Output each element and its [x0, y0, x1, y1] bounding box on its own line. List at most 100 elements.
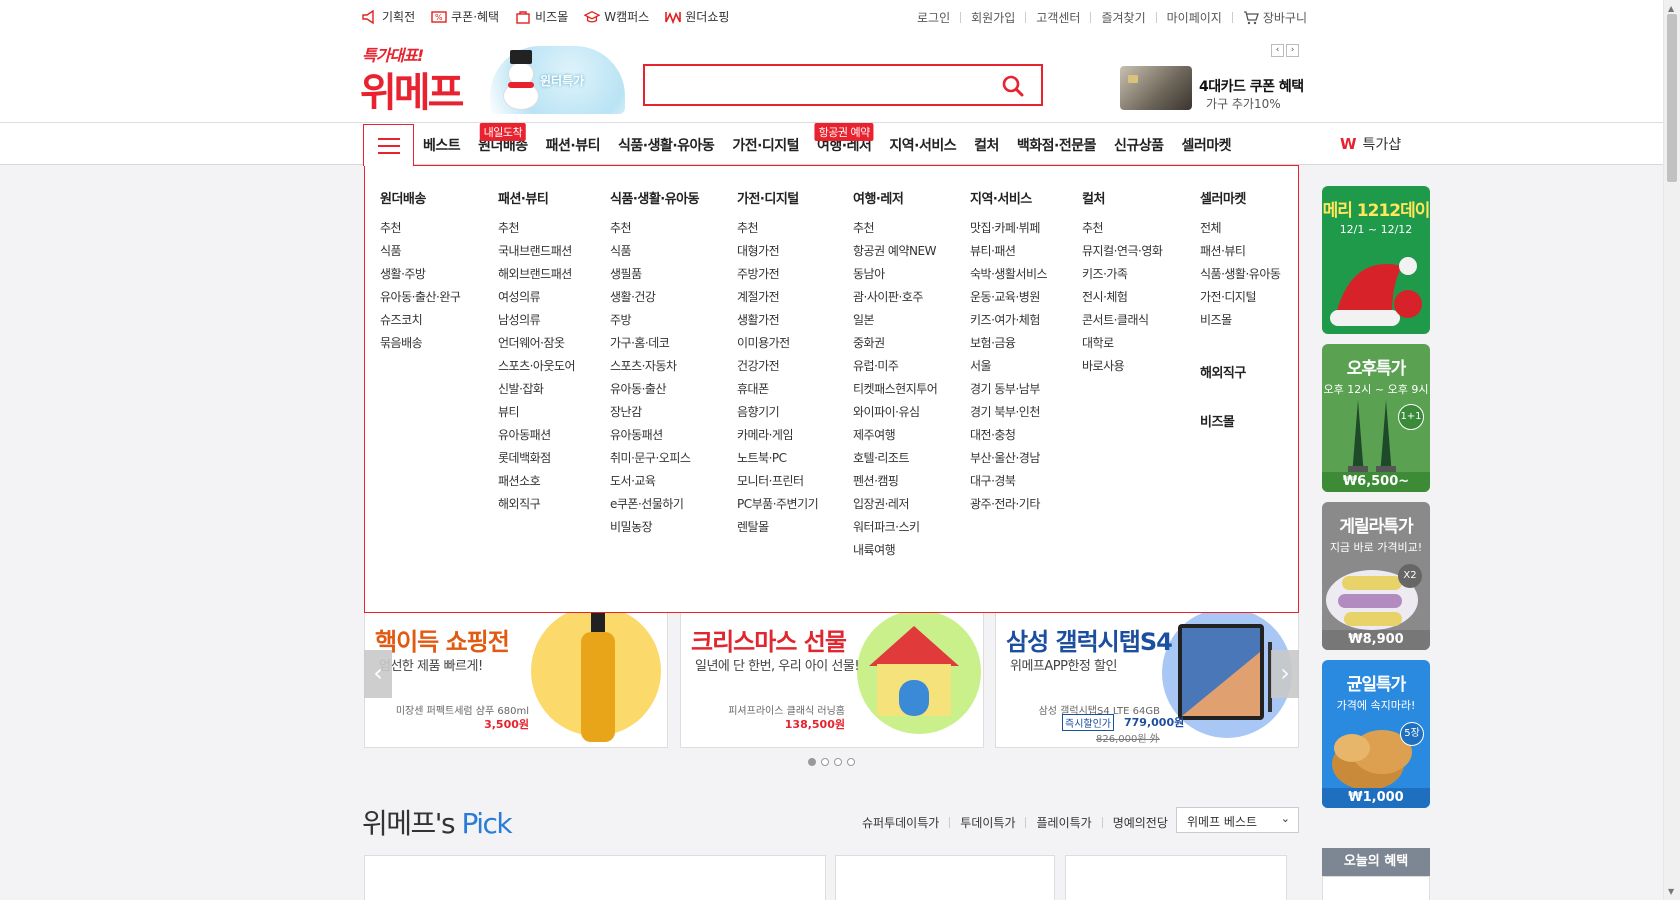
mega-menu-item[interactable]: 남성의류 — [498, 309, 575, 332]
pick-link-super-today[interactable]: 슈퍼투데이특가 — [862, 814, 939, 831]
mega-menu-item[interactable]: 노트북·PC — [737, 447, 818, 470]
mega-menu-item[interactable]: 신발·잡화 — [498, 378, 575, 401]
mega-menu-item[interactable]: 국내브랜드패션 — [498, 240, 575, 263]
mega-menu-item[interactable]: PC부품·주변기기 — [737, 493, 819, 516]
mega-menu-item[interactable]: 펜션·캠핑 — [853, 470, 937, 493]
carousel-prev-button[interactable]: ‹ — [364, 650, 392, 698]
mega-menu-item[interactable]: 항공권 예약NEW — [853, 240, 937, 263]
mega-menu-item[interactable]: 생활가전 — [737, 309, 818, 332]
nav-item-new[interactable]: 신규상품 — [1105, 135, 1173, 155]
favorites-link[interactable]: 즐겨찾기 — [1101, 9, 1145, 26]
carousel-card-galaxy-tab[interactable]: 삼성 갤럭시탭S4 위메프APP한정 할인 삼성 갤럭시탭S4 LTE 64GB… — [995, 612, 1299, 748]
mega-menu-heading[interactable]: 지역·서비스 — [970, 188, 1047, 207]
mega-menu-item[interactable]: 유아동패션 — [498, 424, 575, 447]
carousel-card-christmas[interactable]: 크리스마스 선물 일년에 단 한번, 우리 아이 선물! 피셔프라이스 클래식 … — [680, 612, 984, 748]
util-link-wondershopping[interactable]: 원더쇼핑 — [665, 8, 729, 25]
mega-menu-item[interactable]: 추천 — [737, 217, 818, 240]
mega-menu-item[interactable]: 가구·홈·데코 — [610, 332, 699, 355]
mega-menu-item[interactable]: 바로사용 — [1082, 355, 1162, 378]
mega-menu-item[interactable]: 추천 — [498, 217, 575, 240]
util-link-bizmall[interactable]: 비즈몰 — [515, 8, 568, 25]
mega-menu-item[interactable]: 장난감 — [610, 401, 699, 424]
mega-menu-item[interactable]: 식품 — [380, 240, 460, 263]
mega-menu-item[interactable]: 도서·교육 — [610, 470, 699, 493]
mega-menu-item[interactable]: 휴대폰 — [737, 378, 818, 401]
mega-menu-item[interactable]: 추천 — [610, 217, 699, 240]
nav-item-wonder-delivery[interactable]: 내일도착 원더배송 — [469, 123, 537, 155]
mega-menu-item[interactable]: 유아동·출산 — [610, 378, 699, 401]
pick-card[interactable] — [835, 855, 1055, 900]
mega-menu-heading[interactable]: 비즈몰 — [1200, 411, 1280, 430]
mega-menu-item[interactable]: 키즈·여가·체험 — [970, 309, 1047, 332]
scroll-up-icon[interactable]: ▲ — [1668, 4, 1674, 13]
mega-menu-item[interactable]: 와이파이·유심 — [853, 401, 937, 424]
nav-item-travel[interactable]: 항공권 예약 여행·레저 — [808, 123, 880, 155]
mega-menu-item[interactable]: 해외직구 — [498, 493, 575, 516]
mega-menu-item[interactable]: 유럽·미주 — [853, 355, 937, 378]
mega-menu-item[interactable]: 전시·체험 — [1082, 286, 1162, 309]
mega-menu-item[interactable]: 언더웨어·잠옷 — [498, 332, 575, 355]
mega-menu-item[interactable]: 생필품 — [610, 263, 699, 286]
mega-menu-item[interactable]: 생활·건강 — [610, 286, 699, 309]
carousel-dot[interactable] — [821, 758, 829, 766]
mega-menu-item[interactable]: 키즈·가족 — [1082, 263, 1162, 286]
mega-menu-item[interactable]: 콘서트·클래식 — [1082, 309, 1162, 332]
mega-menu-item[interactable]: 티켓패스현지투어 — [853, 378, 938, 401]
mega-menu-item[interactable]: 유아동패션 — [610, 424, 699, 447]
mega-menu-item[interactable]: 건강가전 — [737, 355, 818, 378]
mega-menu-item[interactable]: 대학로 — [1082, 332, 1162, 355]
mega-menu-item[interactable]: 중화권 — [853, 332, 937, 355]
search-button[interactable] — [1001, 74, 1025, 98]
mega-menu-heading[interactable]: 식품·생활·유아동 — [610, 188, 700, 207]
logo[interactable]: 위메프 — [360, 60, 464, 118]
nav-item-local[interactable]: 지역·서비스 — [880, 135, 965, 155]
mega-menu-heading[interactable]: 패션·뷰티 — [498, 188, 575, 207]
pick-select[interactable]: 위메프 베스트 ⌄ — [1176, 807, 1299, 833]
mega-menu-item[interactable]: 뷰티·패션 — [970, 240, 1047, 263]
mega-menu-item[interactable]: 전체 — [1200, 217, 1280, 240]
nav-item-department[interactable]: 백화점·전문몰 — [1008, 135, 1105, 155]
side-banner-uniform[interactable]: 균일특가 가격에 속지마라! 5장 ₩1,000 — [1322, 660, 1430, 808]
scroll-down-icon[interactable]: ▼ — [1668, 887, 1674, 896]
mega-menu-item[interactable]: 스포츠·아웃도어 — [498, 355, 576, 378]
cart-link[interactable]: 장바구니 — [1243, 9, 1307, 26]
mega-menu-item[interactable]: 뷰티 — [498, 401, 575, 424]
carousel-next-button[interactable]: › — [1271, 650, 1299, 698]
mega-menu-heading[interactable]: 가전·디지털 — [737, 188, 818, 207]
mega-menu-item[interactable]: 맛집·카페·뷔페 — [970, 217, 1047, 240]
nav-item-food[interactable]: 식품·생활·유아동 — [609, 135, 723, 155]
search-input[interactable] — [645, 66, 985, 104]
mega-menu-item[interactable]: 대전·충청 — [970, 424, 1047, 447]
today-benefit-panel[interactable] — [1322, 876, 1430, 900]
mega-menu-item[interactable]: 계절가전 — [737, 286, 818, 309]
mega-menu-item[interactable]: 슈즈코치 — [380, 309, 460, 332]
pick-card[interactable] — [364, 855, 826, 900]
mega-menu-item[interactable]: 추천 — [853, 217, 937, 240]
mega-menu-item[interactable]: 입장권·레저 — [853, 493, 937, 516]
mega-menu-item[interactable]: 호텔·리조트 — [853, 447, 937, 470]
next-arrow-icon[interactable]: › — [1286, 44, 1299, 57]
mega-menu-item[interactable]: 식품 — [610, 240, 699, 263]
mega-menu-item[interactable]: 괌·사이판·호주 — [853, 286, 937, 309]
mega-menu-item[interactable]: 주방 — [610, 309, 699, 332]
customer-center-link[interactable]: 고객센터 — [1036, 9, 1080, 26]
nav-item-fashion[interactable]: 패션·뷰티 — [537, 135, 609, 155]
mega-menu-heading[interactable]: 여행·레저 — [853, 188, 937, 207]
mega-menu-item[interactable]: 해외브랜드패션 — [498, 263, 575, 286]
mega-menu-item[interactable]: e쿠폰·선물하기 — [610, 493, 699, 516]
credit-card-image[interactable] — [1120, 66, 1192, 110]
mega-menu-heading[interactable]: 컬처 — [1082, 188, 1162, 207]
scrollbar-thumb[interactable] — [1667, 14, 1677, 182]
side-banner-afternoon[interactable]: 오후특가 오후 12시 ~ 오후 9시 1+1 ₩6,500~ — [1322, 344, 1430, 492]
mega-menu-item[interactable]: 운동·교육·병원 — [970, 286, 1047, 309]
mega-menu-item[interactable]: 워터파크·스키 — [853, 516, 937, 539]
util-link-coupon[interactable]: % 쿠폰·혜택 — [431, 8, 499, 25]
side-banner-1212[interactable]: 메리 1212데이 12/1 ~ 12/12 — [1322, 186, 1430, 334]
mega-menu-item[interactable]: 보험·금융 — [970, 332, 1047, 355]
mega-menu-item[interactable]: 렌탈몰 — [737, 516, 818, 539]
mega-menu-item[interactable]: 패션·뷰티 — [1200, 240, 1280, 263]
mega-menu-item[interactable]: 유아동·출산·완구 — [380, 286, 461, 309]
util-link-wcampus[interactable]: W캠퍼스 — [584, 8, 649, 25]
mega-menu-heading[interactable]: 해외직구 — [1200, 362, 1280, 381]
carousel-card-hot-deal[interactable]: 핵이득 쇼핑전 엄선한 제품 빠르게! 미장센 퍼펙트세럼 샴푸 680ml 3… — [364, 612, 668, 748]
